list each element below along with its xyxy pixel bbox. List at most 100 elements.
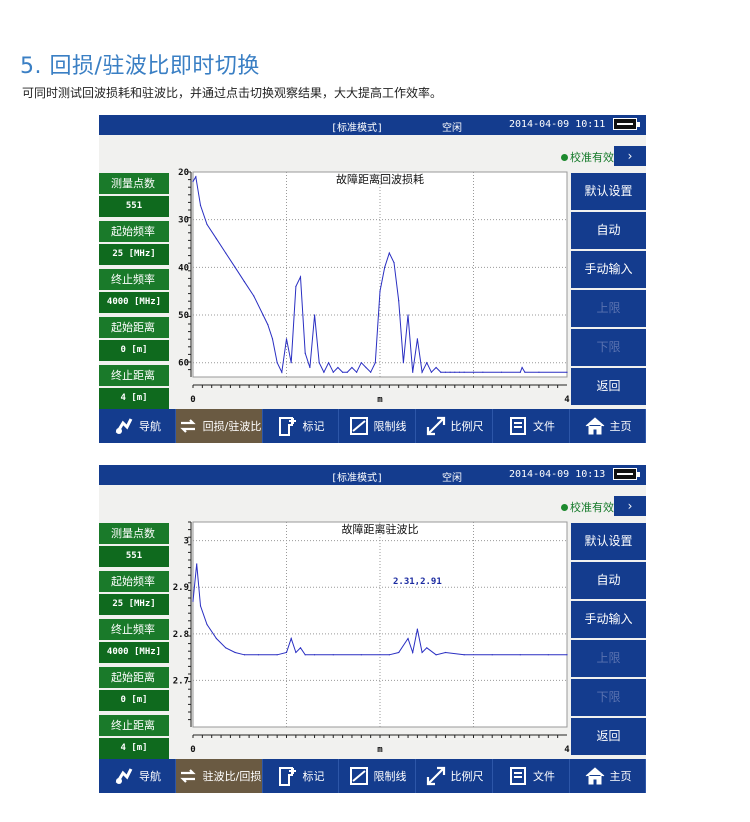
data-point	[295, 285, 297, 288]
menu-button-home[interactable]: 主页	[570, 759, 646, 793]
swap-icon	[179, 769, 196, 783]
softkey-button[interactable]: 自动	[571, 562, 646, 599]
param-label: 终止频率	[99, 269, 169, 290]
data-point	[346, 371, 348, 373]
status-dot-icon	[561, 504, 568, 511]
calibration-arrow-button[interactable]: ›	[614, 146, 646, 166]
data-point	[421, 371, 423, 373]
param-value[interactable]: 0 [m]	[99, 340, 169, 361]
menu-button-home[interactable]: 主页	[570, 409, 646, 443]
param-value[interactable]: 25 [MHz]	[99, 594, 169, 615]
param-value[interactable]: 0 [m]	[99, 690, 169, 711]
data-point	[440, 371, 442, 373]
softkey-button[interactable]: 默认设置	[571, 523, 646, 560]
data-point	[365, 366, 367, 369]
param-label: 终止频率	[99, 619, 169, 640]
data-point	[412, 371, 414, 373]
data-point	[290, 637, 292, 640]
chart-1: 故障距离驻波比32.92.82.70 m 42.31,2.91	[173, 521, 570, 755]
calibration-arrow-button[interactable]: ›	[614, 496, 646, 516]
softkey-button[interactable]: 返回	[571, 718, 646, 755]
menu-button-label: 主页	[609, 420, 632, 433]
param-value[interactable]: 4 [m]	[99, 388, 169, 409]
menu-button-scale[interactable]: 比例尺	[416, 409, 493, 443]
data-point	[206, 223, 208, 226]
x-tick-label: 0	[190, 395, 195, 405]
menu-button-limit-line[interactable]: 限制线	[339, 409, 416, 443]
data-point	[313, 654, 316, 656]
data-point	[463, 654, 465, 656]
param-value[interactable]: 25 [MHz]	[99, 244, 169, 265]
menu-button-swap[interactable]: 回损/驻波比	[176, 409, 263, 443]
data-point	[407, 637, 409, 640]
param-value[interactable]: 4000 [MHz]	[99, 292, 169, 313]
softkey-button[interactable]: 默认设置	[571, 173, 646, 210]
data-point	[267, 323, 269, 326]
menu-button-marker[interactable]: 标记	[263, 409, 339, 443]
menu-button-marker[interactable]: 标记	[263, 759, 339, 793]
data-point	[206, 623, 208, 626]
chart-0: 故障距离回波损耗20304050600 m 4	[178, 168, 570, 405]
data-point	[449, 371, 451, 373]
data-point	[491, 654, 493, 656]
data-point	[360, 654, 362, 656]
softkey-button: 上限	[571, 290, 646, 327]
data-point	[290, 362, 292, 364]
data-point	[215, 238, 217, 240]
menu-button-label: 比例尺	[450, 420, 484, 433]
data-point	[370, 371, 372, 373]
softkey-button[interactable]: 手动输入	[571, 601, 646, 638]
x-tick-label: 4	[564, 745, 570, 755]
data-point	[299, 276, 302, 278]
menu-button-file[interactable]: 文件	[493, 759, 570, 793]
softkey-button[interactable]: 自动	[571, 212, 646, 249]
menu-button-label: 比例尺	[450, 770, 484, 783]
marker-readout: 2.31,2.91	[393, 577, 442, 587]
data-point	[538, 371, 540, 373]
data-point	[388, 252, 390, 254]
battery-level	[617, 123, 633, 125]
data-point	[318, 362, 320, 364]
data-point	[416, 338, 418, 340]
softkey-button: 下限	[571, 329, 646, 366]
menu-button-file[interactable]: 文件	[493, 409, 570, 443]
menu-button-label: 标记	[302, 420, 325, 433]
calibration-label: 校准有效	[570, 501, 614, 514]
data-point	[482, 371, 484, 373]
file-icon	[510, 417, 526, 435]
data-point	[519, 371, 521, 373]
param-value[interactable]: 4 [m]	[99, 738, 169, 759]
menu-button-limit-line[interactable]: 限制线	[339, 759, 416, 793]
data-point	[234, 266, 236, 268]
data-point	[426, 362, 428, 364]
data-point	[332, 654, 334, 656]
softkey-button[interactable]: 返回	[571, 368, 646, 405]
menu-button-navigation[interactable]: 导航	[99, 759, 176, 793]
param-value[interactable]: 551	[99, 196, 169, 217]
data-point	[199, 605, 202, 607]
data-point	[472, 371, 475, 373]
page-subtitle: 可同时测试回波损耗和驻波比，并通过点击切换观察结果，大大提高工作效率。	[22, 86, 443, 100]
menu-button-swap[interactable]: 驻波比/回损	[176, 759, 263, 793]
status-bar: [标准模式] 空闲 2014-04-09 10:11	[99, 115, 646, 135]
status-dot-icon	[561, 154, 568, 161]
param-label: 终止距离	[99, 715, 169, 736]
data-point	[566, 371, 568, 373]
data-point	[393, 261, 395, 264]
data-point	[195, 176, 197, 178]
data-point	[285, 651, 288, 654]
param-value[interactable]: 551	[99, 546, 169, 567]
menu-button-label: 回损/驻波比	[202, 420, 262, 433]
instrument-screen: [标准模式] 空闲 2014-04-09 10:11 校准有效 › 测量点数 551 起始频率…	[99, 115, 646, 443]
datetime-label: 2014-04-09 10:13	[509, 469, 606, 480]
softkey-panel: 默认设置 自动 手动输入 上限 下限 返回	[571, 173, 646, 407]
navigation-icon	[115, 768, 133, 784]
softkey-button[interactable]: 手动输入	[571, 251, 646, 288]
data-point	[521, 366, 523, 369]
marker-icon	[278, 417, 296, 436]
menu-button-navigation[interactable]: 导航	[99, 409, 176, 443]
param-value[interactable]: 4000 [MHz]	[99, 642, 169, 663]
menu-button-scale[interactable]: 比例尺	[416, 759, 493, 793]
data-point	[304, 352, 306, 354]
data-point	[243, 654, 246, 656]
